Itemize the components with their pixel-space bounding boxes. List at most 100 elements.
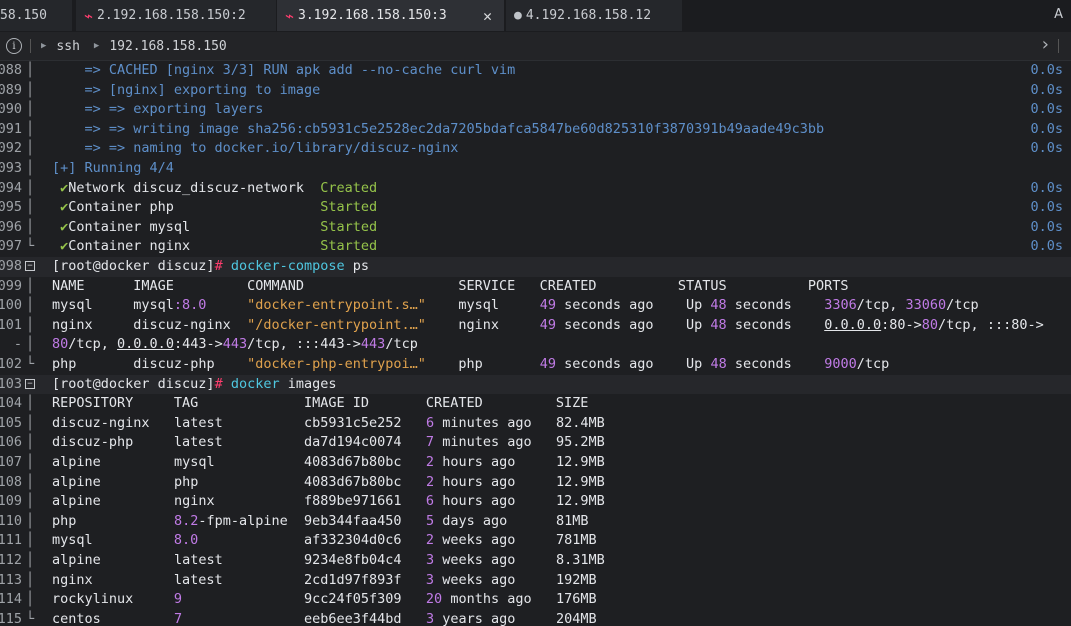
shell-prompt: [root@docker discuz]: [52, 375, 215, 392]
image-id-cell: 4083d67b80bc: [303, 454, 402, 470]
fold-guide-icon: │: [26, 101, 35, 118]
fold-guide-icon: │: [26, 160, 35, 176]
terminal-text: seconds ago: [555, 316, 654, 333]
terminal-line: 097 └ ✔Container nginx Started 0.0s: [0, 237, 1071, 257]
terminal-line: 110 │ php 8.2-fpm-alpine 9eb344faa450 5 da…: [0, 512, 1071, 532]
fold-collapse-icon[interactable]: −: [25, 378, 35, 389]
terminal-line: 093 │ [+] Running 4/4: [0, 159, 1071, 179]
tag-cell: mysql: [173, 454, 215, 470]
created-cell: weeks ago: [434, 571, 516, 588]
terminal-text: nginx: [458, 316, 500, 333]
fold-collapse-icon[interactable]: −: [25, 261, 35, 271]
image-id-cell: eeb6ee3f44bd: [304, 610, 402, 626]
created-cell: hours ago: [434, 473, 516, 490]
line-number-text: 099: [0, 277, 22, 294]
fold-guide-icon: │: [26, 297, 35, 314]
line-content: alpine latest 9234e8fb04c4 3 weeks ago 8…: [52, 551, 605, 571]
line-content: REPOSITORY TAG IMAGE ID CREATED SIZE: [52, 394, 588, 414]
created-cell: 2: [425, 532, 435, 549]
line-number-text: 090: [0, 101, 22, 118]
terminal-text: "/docker-entrypoint.…": [247, 316, 426, 333]
info-icon[interactable]: i: [6, 38, 22, 54]
terminal-line: 100 │ mysql mysql:8.0 "docker-entrypoint.s…: [0, 296, 1071, 316]
port-text: 80: [921, 316, 939, 333]
terminal-line: 113 │ nginx latest 2cd1d97f893f 3 weeks ag…: [0, 571, 1071, 591]
line-number: 088: [0, 61, 22, 81]
tab-2[interactable]: ⌁ 2.192.168.158.150:2: [76, 0, 276, 31]
terminal-text: Network discuz_discuz-network: [68, 179, 304, 196]
line-number: 104: [0, 394, 22, 414]
fold-guide-icon: └: [26, 238, 35, 255]
line-number: 098: [0, 257, 22, 277]
fold-guide-icon: │: [26, 277, 35, 294]
fold-guide-icon: │: [26, 199, 35, 216]
fold-guide-icon: │: [26, 218, 35, 235]
port-text: /tcp: [856, 356, 890, 372]
size-cell: 95.2MB: [556, 434, 605, 451]
tag-cell: php: [173, 473, 199, 490]
line-content: rockylinux 9 9cc24f05f309 20 months ago …: [52, 590, 597, 610]
line-content: => CACHED [nginx 3/3] RUN apk add --no-c…: [52, 61, 516, 81]
size-cell: 12.9MB: [556, 473, 605, 490]
terminal-text: "docker-entrypoint.s…": [247, 297, 426, 314]
terminal-output[interactable]: 088 │ => CACHED [nginx 3/3] RUN apk add -…: [0, 61, 1071, 626]
line-number-text: 110: [0, 512, 22, 529]
line-number: 106: [0, 433, 22, 453]
tab-1[interactable]: 58.150: [0, 0, 72, 31]
fold-guide-icon: └: [26, 356, 35, 372]
line-number-text: 089: [0, 81, 22, 98]
fold-guide-icon: │: [26, 532, 35, 549]
close-icon[interactable]: ✕: [483, 7, 492, 25]
line-content: nginx latest 2cd1d97f893f 3 weeks ago 19…: [52, 571, 597, 591]
terminal-line: 103− [root@docker discuz]# docker images: [0, 374, 1071, 395]
created-cell: 20: [425, 591, 443, 608]
chevron-right-icon[interactable]: ›: [1042, 34, 1049, 55]
line-content: ✔Network discuz_discuz-network Created: [52, 179, 377, 199]
duration-text: 0.0s: [1030, 238, 1063, 255]
line-content: discuz-php latest da7d194c0074 7 minutes…: [52, 433, 605, 453]
fold-guide-icon: │: [26, 473, 35, 490]
tab-3[interactable]: ⌁ 3.192.168.158.150:3 ✕: [277, 0, 504, 31]
size-cell: 81MB: [556, 512, 589, 529]
size-cell: 12.9MB: [555, 454, 605, 470]
line-number: 114: [0, 590, 22, 610]
host-label[interactable]: 192.168.158.150: [109, 39, 226, 54]
duration-text: 0.0s: [1030, 62, 1063, 78]
line-number: 110: [0, 512, 22, 532]
created-cell: 7: [425, 434, 435, 451]
fold-guide-icon: │: [26, 336, 35, 353]
line-content: alpine php 4083d67b80bc 2 hours ago 12.9…: [52, 473, 605, 493]
duration-text: 0.0s: [1030, 101, 1063, 118]
line-number: 108: [0, 473, 22, 493]
line-content: [root@docker discuz]# docker-compose ps: [52, 257, 369, 277]
terminal-text: Container mysql: [68, 218, 191, 235]
line-number-text: 114: [0, 591, 22, 608]
repository-cell: discuz-nginx: [52, 414, 150, 431]
terminal-line: 091 │ => => writing image sha256:cb5931c5…: [0, 120, 1071, 140]
protocol-label[interactable]: ssh: [56, 39, 79, 54]
line-number: 100: [0, 296, 22, 316]
port-text: 3306: [824, 297, 857, 314]
duration-text: 0.0s: [1030, 199, 1063, 216]
tab-4[interactable]: ● 4.192.168.158.12: [506, 0, 682, 31]
line-number-text: 096: [0, 218, 22, 235]
command-text: docker-compose: [230, 258, 345, 274]
terminal-text: Container nginx: [68, 238, 191, 255]
terminal-text: Up: [686, 356, 711, 372]
divider: [1058, 39, 1059, 53]
line-number: 092: [0, 139, 22, 159]
chevron-right-icon: ▶: [41, 41, 47, 51]
